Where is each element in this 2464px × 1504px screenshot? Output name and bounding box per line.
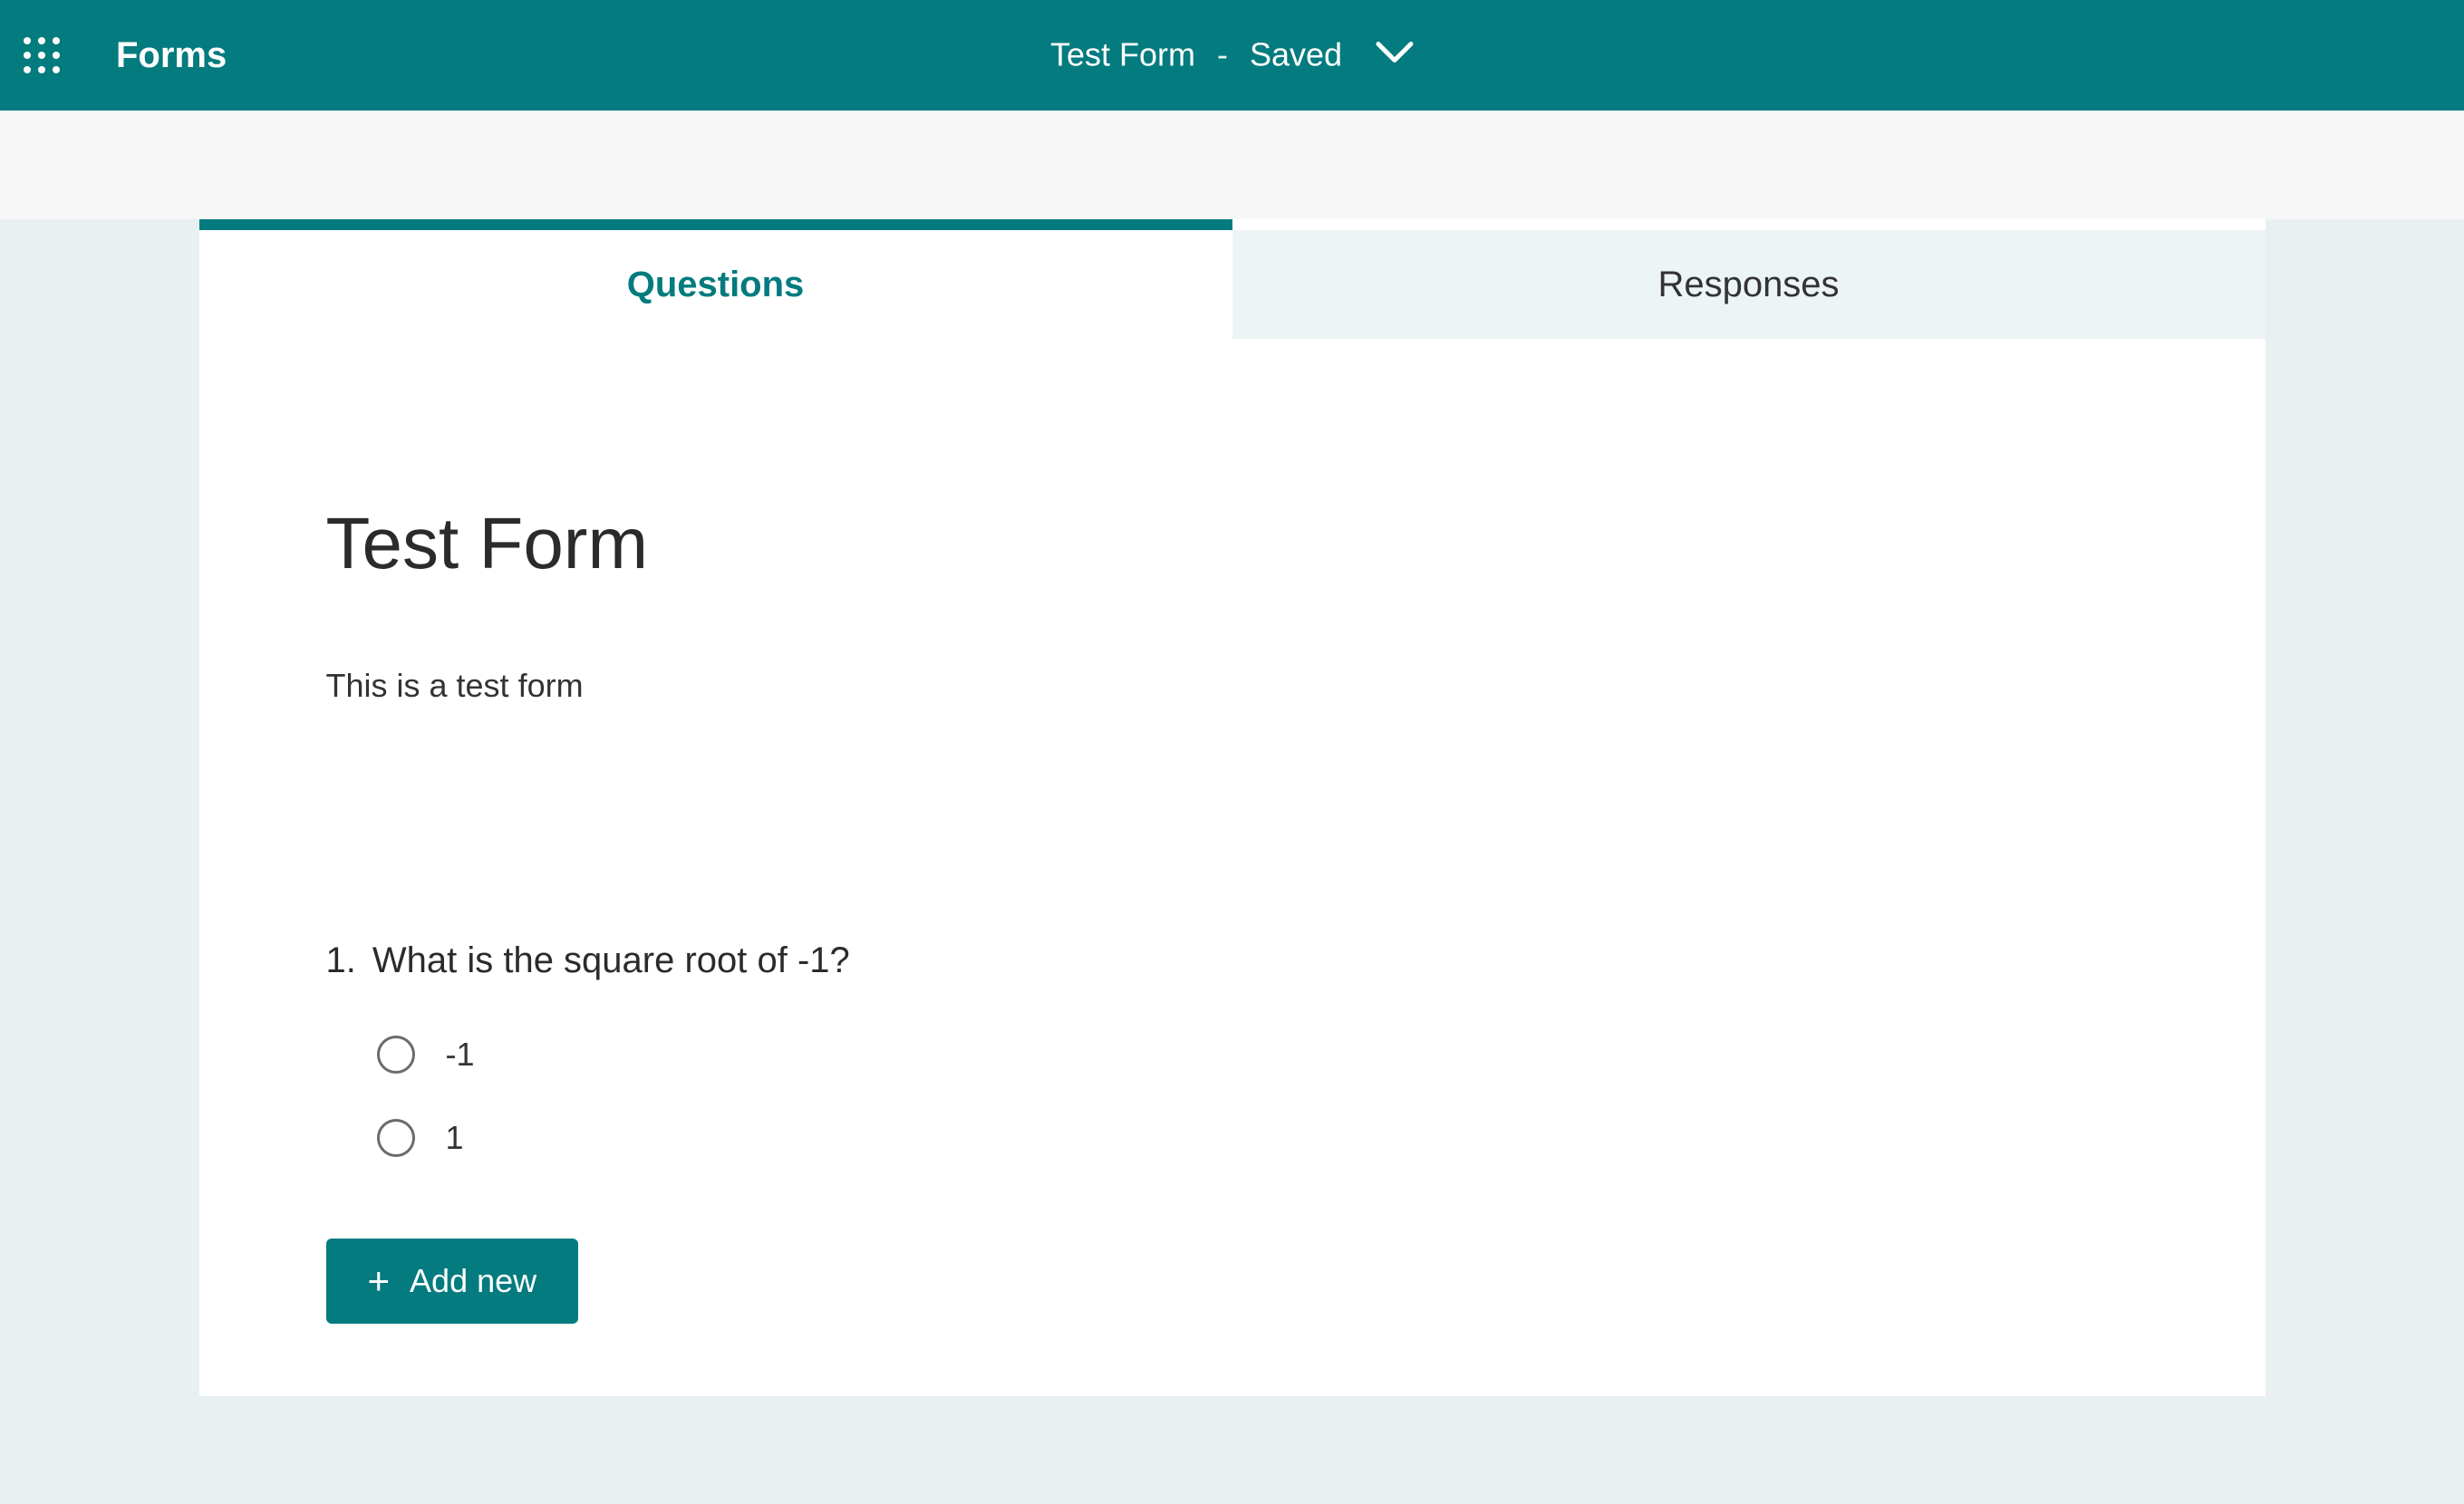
form-description[interactable]: This is a test form — [326, 667, 2139, 705]
form-title[interactable]: Test Form — [326, 502, 2139, 585]
form-body: Test Form This is a test form 1. What is… — [199, 339, 2266, 1396]
question-block[interactable]: 1. What is the square root of -1? -1 1 — [326, 940, 2139, 1157]
chevron-down-icon — [1375, 36, 1415, 74]
waffle-icon — [24, 37, 60, 73]
add-new-label: Add new — [410, 1262, 536, 1300]
tab-responses[interactable]: Responses — [1232, 230, 2266, 339]
accent-strip — [199, 219, 1232, 230]
radio-icon — [377, 1119, 415, 1157]
app-header: Forms Test Form - Saved — [0, 0, 2464, 111]
crumb-separator: - — [1216, 36, 1227, 74]
tabs-row: Questions Responses — [199, 230, 2266, 339]
question-text-row: 1. What is the square root of -1? — [326, 940, 2139, 981]
question-options: -1 1 — [326, 1036, 2139, 1157]
radio-icon — [377, 1036, 415, 1074]
tab-questions[interactable]: Questions — [199, 230, 1232, 339]
question-text: What is the square root of -1? — [372, 940, 850, 981]
question-number: 1. — [326, 940, 356, 981]
app-name-label[interactable]: Forms — [116, 35, 227, 76]
option-row[interactable]: -1 — [377, 1036, 2139, 1074]
option-label: 1 — [446, 1119, 464, 1157]
add-new-button[interactable]: + Add new — [326, 1239, 579, 1324]
sub-header-bar — [0, 111, 2464, 219]
option-label: -1 — [446, 1036, 475, 1074]
form-name-crumb: Test Form — [1049, 36, 1194, 74]
form-card: Questions Responses Test Form This is a … — [199, 219, 2266, 1396]
plus-icon: + — [368, 1262, 391, 1300]
option-row[interactable]: 1 — [377, 1119, 2139, 1157]
app-launcher-button[interactable] — [0, 0, 83, 111]
breadcrumb[interactable]: Test Form - Saved — [1049, 36, 1414, 74]
save-status-label: Saved — [1249, 36, 1341, 74]
